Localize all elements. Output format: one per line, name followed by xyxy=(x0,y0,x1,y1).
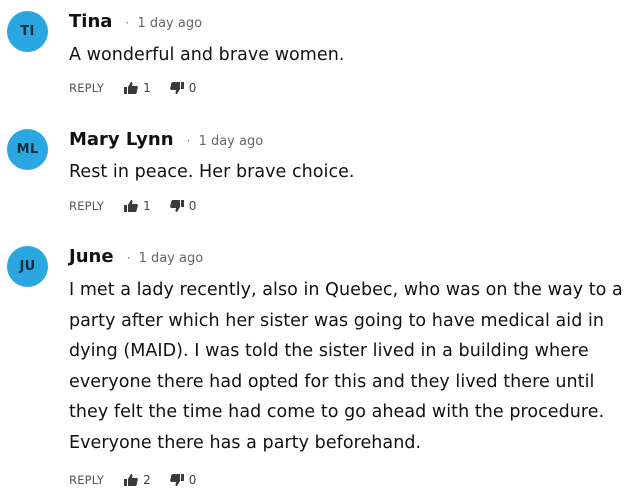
comment-actions: REPLY 1 0 xyxy=(69,80,196,96)
comment-header: Mary Lynn · 1 day ago xyxy=(69,129,263,151)
thumbs-down-icon xyxy=(169,82,184,94)
like-count: 1 xyxy=(143,81,151,95)
comment-text: Rest in peace. Her brave choice. xyxy=(69,162,355,182)
comment-timestamp[interactable]: 1 day ago xyxy=(137,16,202,31)
avatar[interactable]: JU xyxy=(7,246,48,287)
dislike-count: 0 xyxy=(188,473,197,487)
like-count: 1 xyxy=(143,199,151,213)
meta-separator: · xyxy=(186,134,191,148)
meta-separator: · xyxy=(126,251,131,265)
comment-header: June · 1 day ago xyxy=(69,246,203,268)
thumbs-down-icon xyxy=(169,200,184,212)
thumbs-up-icon xyxy=(124,474,138,486)
comment-header: Tina · 1 day ago xyxy=(69,11,202,33)
reply-button[interactable]: REPLY xyxy=(69,81,104,95)
comment-text: I met a lady recently, also in Quebec, w… xyxy=(69,280,623,453)
avatar[interactable]: ML xyxy=(7,129,48,170)
author-name[interactable]: Mary Lynn xyxy=(69,129,174,150)
thumbs-up-icon xyxy=(124,82,138,94)
comment-text: A wonderful and brave women. xyxy=(69,45,345,65)
dislike-button[interactable]: 0 xyxy=(169,473,197,487)
comment-timestamp[interactable]: 1 day ago xyxy=(199,134,264,149)
author-name[interactable]: Tina xyxy=(69,11,112,32)
like-button[interactable]: 2 xyxy=(124,473,151,487)
dislike-count: 0 xyxy=(188,81,197,95)
meta-separator: · xyxy=(125,16,130,30)
comment-list: TI Tina · 1 day ago A wonderful and brav… xyxy=(0,0,642,500)
like-count: 2 xyxy=(143,473,151,487)
thumbs-down-icon xyxy=(169,474,184,486)
like-button[interactable]: 1 xyxy=(124,81,151,95)
comment-timestamp[interactable]: 1 day ago xyxy=(139,251,204,266)
author-name[interactable]: June xyxy=(69,246,114,267)
comment-actions: REPLY 1 0 xyxy=(69,198,196,214)
dislike-button[interactable]: 0 xyxy=(169,199,197,213)
reply-button[interactable]: REPLY xyxy=(69,199,104,213)
dislike-count: 0 xyxy=(188,199,197,213)
thumbs-up-icon xyxy=(124,200,138,212)
dislike-button[interactable]: 0 xyxy=(169,81,197,95)
avatar[interactable]: TI xyxy=(7,11,48,52)
like-button[interactable]: 1 xyxy=(124,199,151,213)
reply-button[interactable]: REPLY xyxy=(69,473,104,487)
comment-actions: REPLY 2 0 xyxy=(69,472,196,488)
